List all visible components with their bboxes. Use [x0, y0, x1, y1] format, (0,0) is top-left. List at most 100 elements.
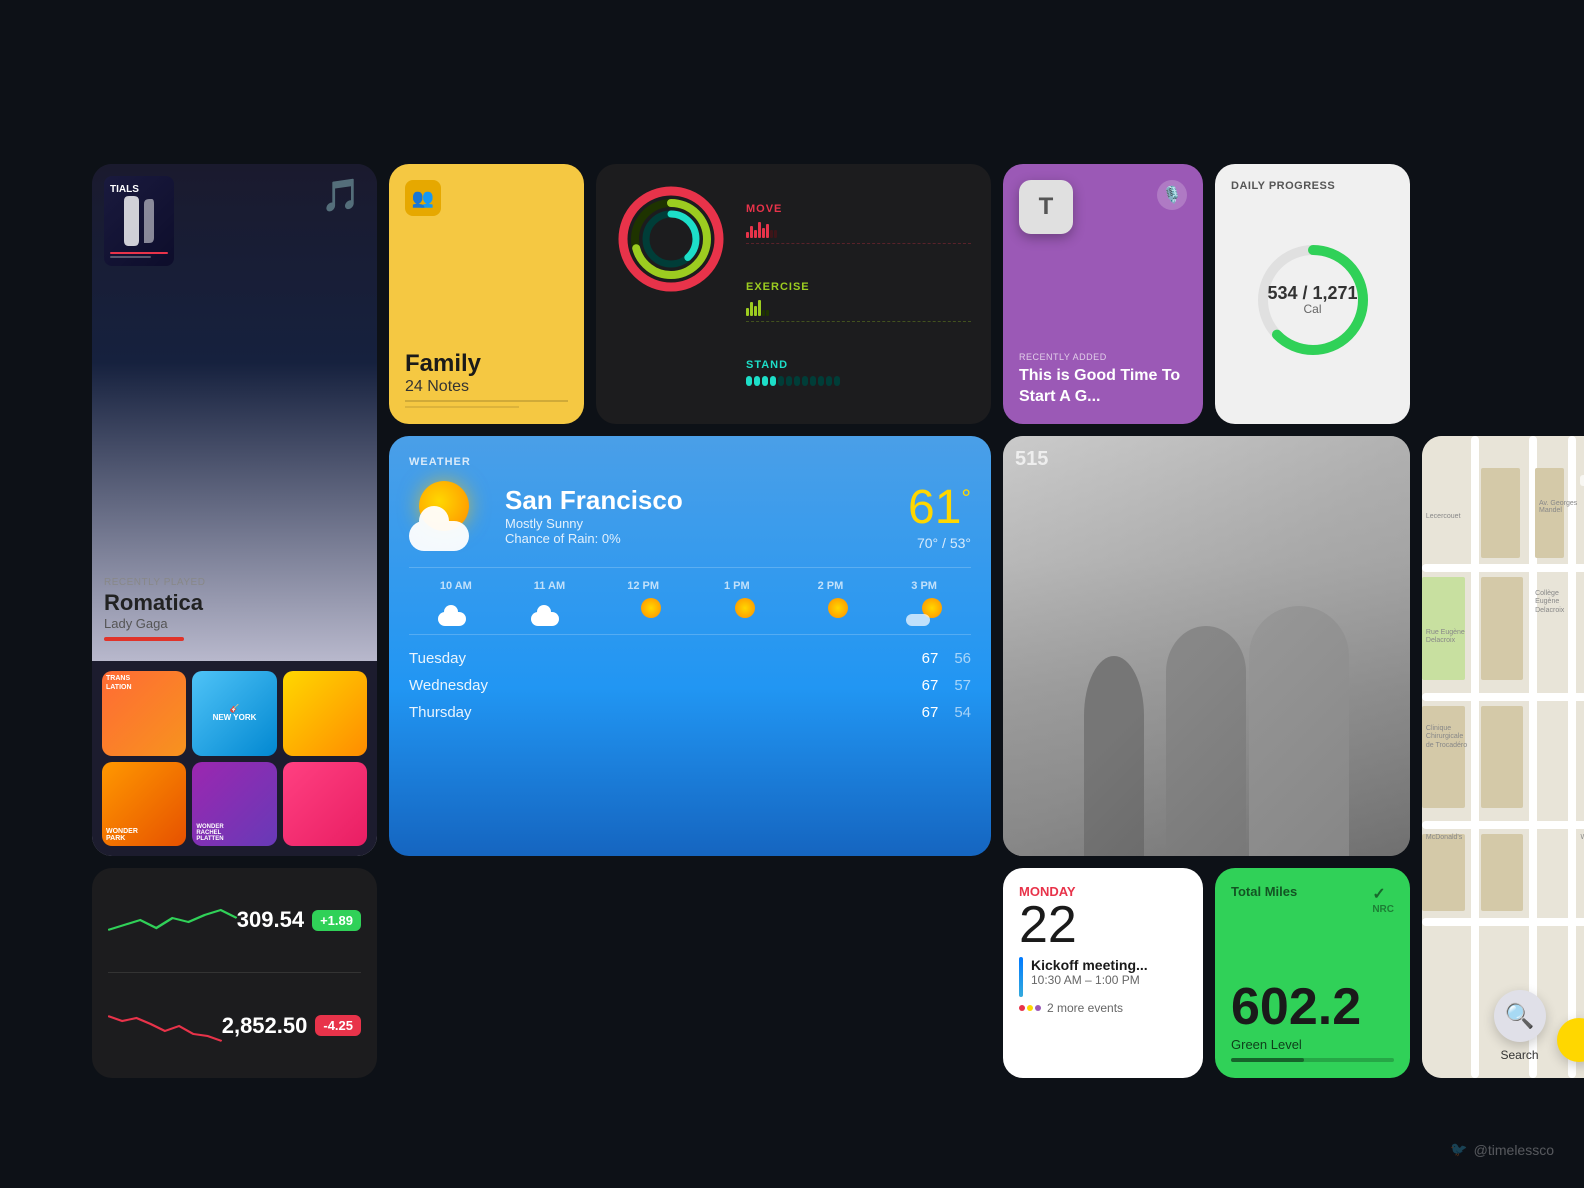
weather-temp: 61°: [908, 480, 971, 535]
map-label-mcdonalds: McDonald's: [1426, 834, 1462, 841]
map-widget: 375 m Lecercouet Rue EugèneDelacroix Cli…: [1422, 436, 1584, 1078]
cloud: [409, 521, 469, 551]
map-label-lecercouet: Lecercouet: [1426, 513, 1461, 521]
forecast-day-wed: Wednesday: [409, 677, 922, 694]
calendar-date: 22: [1019, 899, 1187, 951]
music-progress-bar: [104, 637, 184, 641]
notes-subtitle: 24 Notes: [405, 378, 568, 396]
forecast-low-wed: 57: [954, 677, 971, 694]
weather-widget: WEATHER San Francisco Mostly Sunny Chanc…: [389, 436, 991, 856]
map-label-clinique: CliniqueChirurgicalede Trocadéro: [1426, 725, 1467, 750]
mini-cloud-icon: [438, 612, 466, 626]
photo-bw: 515: [1003, 436, 1410, 856]
calendar-more-events: 2 more events: [1019, 1001, 1187, 1015]
forecast-day-thu: Thursday: [409, 704, 922, 721]
hourly-icon-10am: [438, 598, 474, 626]
map-search-btn[interactable]: 🔍 Search: [1494, 990, 1546, 1062]
recently-played-label: RECENTLY PLAYED: [104, 577, 205, 588]
hourly-icon-3pm: [906, 598, 942, 626]
forecast-high-tue: 67: [922, 650, 939, 667]
stand-row: STAND: [746, 359, 971, 386]
notes-title: Family: [405, 350, 568, 378]
weather-description: Mostly Sunny: [505, 516, 892, 531]
map-block-7: [1481, 834, 1524, 911]
podcast-recently-label: RECENTLY ADDED: [1019, 352, 1187, 362]
progress-value: 534 / 1,271: [1267, 284, 1357, 302]
podcast-t-icon: T: [1019, 180, 1073, 234]
notes-emoji: 👥: [412, 188, 434, 209]
move-label: MOVE: [746, 203, 971, 215]
calendar-event-time: 10:30 AM – 1:00 PM: [1031, 973, 1148, 987]
music-thumb-6[interactable]: [283, 762, 367, 846]
hourly-3pm: 3 PM: [906, 580, 942, 626]
mini-cloud-icon-2: [531, 612, 559, 626]
progress-title: DAILY PROGRESS: [1231, 180, 1335, 192]
daily-progress-widget: DAILY PROGRESS 534 / 1,271 Cal: [1215, 164, 1410, 424]
forecast-high-thu: 67: [922, 704, 939, 721]
notes-line-1: [405, 400, 568, 402]
weather-low: 53°: [950, 535, 971, 551]
temp-value: 61: [908, 481, 961, 534]
stock-widget: 309.54 +1.89 2,852.50 -4.25: [92, 868, 377, 1078]
weather-temp-section: 61° 70° / 53°: [908, 480, 971, 551]
music-grid: TRANSLATION 🎸 NEW YORK WONDERPARK WONDER…: [92, 661, 377, 856]
mini-sun-icon-3: [828, 598, 848, 618]
map-label-wine: Wine Myst: [1580, 834, 1584, 841]
music-thumb-2[interactable]: 🎸 NEW YORK: [192, 671, 276, 755]
hourly-icon-2pm: [812, 598, 848, 626]
weather-main: San Francisco Mostly Sunny Chance of Rai…: [409, 480, 971, 551]
running-widget: Total Miles ✓ NRC 602.2 Green Level: [1215, 868, 1410, 1078]
running-miles: 602.2: [1231, 981, 1394, 1033]
weather-high: 70°: [917, 535, 938, 551]
photo-overlay: [1003, 436, 1410, 856]
cal-dot-1: [1019, 1005, 1025, 1011]
progress-ring-container: 534 / 1,271 Cal: [1253, 192, 1373, 408]
forecast-tuesday: Tuesday 67 56: [409, 645, 971, 672]
hourly-time-2pm: 2 PM: [818, 580, 844, 592]
weather-rain: Chance of Rain: 0%: [505, 531, 892, 546]
map-distance-label: 375 m: [1580, 475, 1584, 486]
map-block-3: [1481, 577, 1524, 680]
running-nrc-label: NRC: [1372, 904, 1394, 915]
music-thumb-1[interactable]: TRANSLATION: [102, 671, 186, 755]
stock-row-1: 309.54 +1.89: [108, 900, 361, 940]
running-bar-track: [1231, 1058, 1394, 1062]
music-thumb-4[interactable]: WONDERPARK: [102, 762, 186, 846]
twitter-handle: @timelessco: [1474, 1142, 1554, 1158]
map-block-5: [1481, 706, 1524, 809]
calendar-event-name: Kickoff meeting...: [1031, 957, 1148, 973]
map-block-6: [1422, 834, 1465, 911]
music-thumb-5[interactable]: WONDERRACHELPLATTEN: [192, 762, 276, 846]
map-label-av: Av. GeorgesMandel: [1539, 500, 1577, 514]
search-circle[interactable]: 🔍: [1494, 990, 1546, 1042]
forecast-thursday: Thursday 67 54: [409, 699, 971, 726]
weather-info: San Francisco Mostly Sunny Chance of Rai…: [505, 485, 892, 546]
artist-name: Lady Gaga: [104, 616, 205, 631]
cal-dot-2: [1027, 1005, 1033, 1011]
stock-badge-2: -4.25: [315, 1015, 361, 1036]
notes-widget[interactable]: 👥 Family 24 Notes: [389, 164, 584, 424]
forecast-high-wed: 67: [922, 677, 939, 694]
exercise-label: EXERCISE: [746, 281, 971, 293]
hourly-icon-12pm: [625, 598, 661, 626]
forecast-low-thu: 54: [954, 704, 971, 721]
stock-value-2: 2,852.50: [222, 1013, 308, 1039]
stock-badge-1: +1.89: [312, 910, 361, 931]
music-note-icon: 🎵: [321, 176, 361, 214]
weather-forecast: Tuesday 67 56 Wednesday 67 57 Thursday 6…: [409, 634, 971, 726]
photo-515-label: 515: [1015, 448, 1048, 471]
calendar-widget: MONDAY 22 Kickoff meeting... 10:30 AM – …: [1003, 868, 1203, 1078]
notes-icon: 👥: [405, 180, 441, 216]
music-info: RECENTLY PLAYED Romatica Lady Gaga: [104, 577, 205, 641]
podcast-widget[interactable]: T 🎙️ RECENTLY ADDED This is Good Time To…: [1003, 164, 1203, 424]
map-label-college: CollègeEugèneDelacroix: [1535, 590, 1564, 615]
hourly-11am: 11 AM: [531, 580, 567, 626]
music-thumb-3[interactable]: [283, 671, 367, 755]
hourly-time-10am: 10 AM: [440, 580, 472, 592]
stock-chart-1: [108, 900, 237, 940]
calendar-event: Kickoff meeting... 10:30 AM – 1:00 PM: [1019, 957, 1187, 997]
progress-unit: Cal: [1267, 302, 1357, 316]
activity-stats: MOVE EXERCISE: [746, 184, 971, 404]
hourly-time-12pm: 12 PM: [627, 580, 659, 592]
weather-sun-icon: [409, 481, 489, 551]
